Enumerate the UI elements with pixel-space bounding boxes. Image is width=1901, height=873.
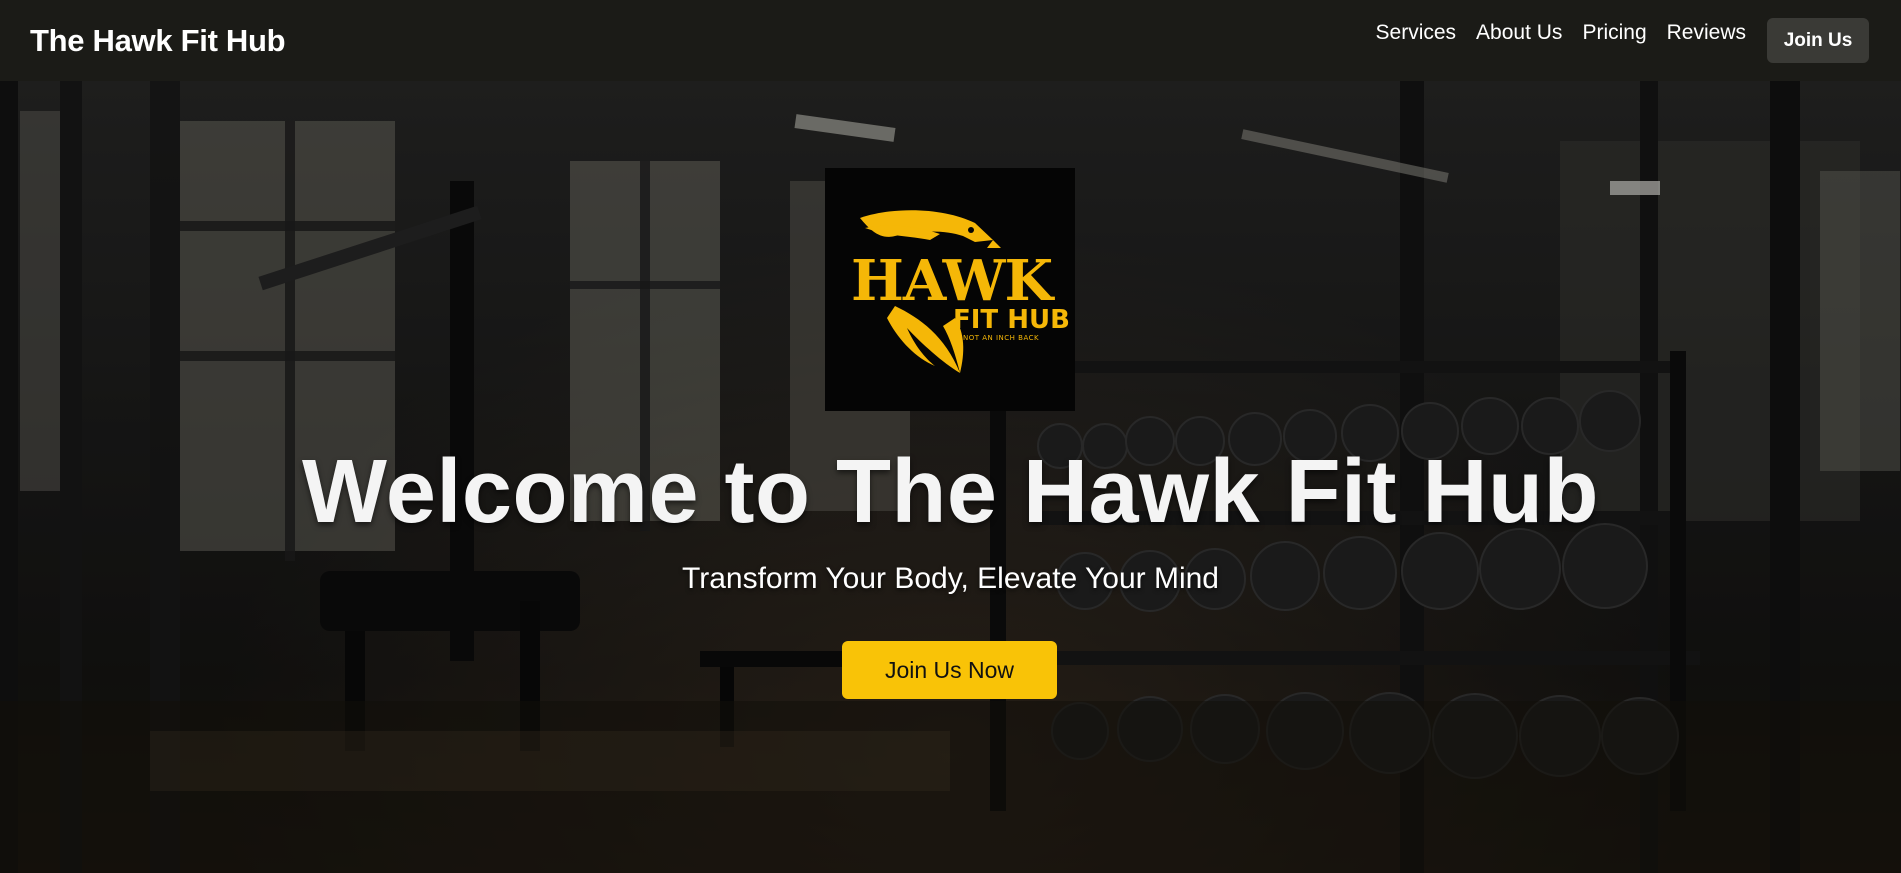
svg-text:NOT AN INCH BACK: NOT AN INCH BACK	[963, 334, 1039, 342]
top-navbar: The Hawk Fit Hub Services About Us Prici…	[0, 0, 1901, 81]
hero-subtitle: Transform Your Body, Elevate Your Mind	[682, 562, 1219, 595]
hawk-fit-hub-logo: HAWK FIT HUB NOT AN INCH BACK	[825, 168, 1075, 411]
site-brand[interactable]: The Hawk Fit Hub	[30, 23, 286, 59]
hero-title: Welcome to The Hawk Fit Hub	[302, 442, 1599, 542]
nav-link-services[interactable]: Services	[1376, 21, 1457, 45]
hero-section: HAWK FIT HUB NOT AN INCH BACK Welcome to…	[0, 81, 1901, 873]
nav-link-reviews[interactable]: Reviews	[1667, 21, 1746, 45]
svg-text:FIT HUB: FIT HUB	[953, 305, 1070, 335]
nav-menu: Services About Us Pricing Reviews Join U…	[1356, 18, 1871, 63]
join-us-button[interactable]: Join Us	[1767, 18, 1869, 63]
hawk-head-icon: HAWK FIT HUB NOT AN INCH BACK	[851, 210, 1070, 373]
nav-link-about-us[interactable]: About Us	[1476, 21, 1562, 45]
join-us-now-button[interactable]: Join Us Now	[842, 641, 1057, 699]
nav-link-pricing[interactable]: Pricing	[1582, 21, 1646, 45]
